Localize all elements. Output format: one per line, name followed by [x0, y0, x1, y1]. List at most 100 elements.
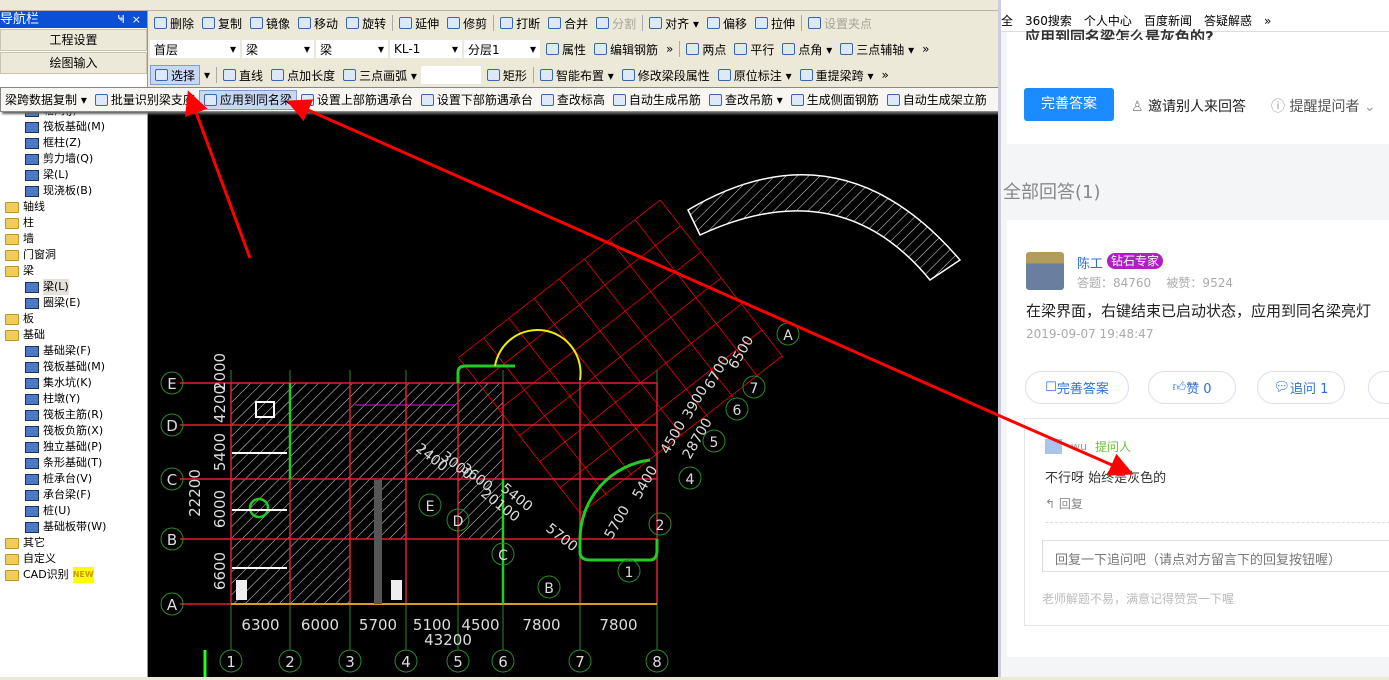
more-action-button[interactable] [1368, 371, 1389, 404]
toolbar-button[interactable]: 三点辅轴 ▾ [836, 39, 918, 59]
tree-item[interactable]: 梁(L) [0, 279, 146, 295]
toolbar-button[interactable]: 移动 [294, 13, 342, 33]
tree-item[interactable]: 承台梁(F) [0, 487, 146, 503]
tree-item[interactable]: 桩(U) [0, 503, 146, 519]
tree-item[interactable]: 墙 [0, 231, 146, 247]
tree-item[interactable]: 筏板负筋(X) [0, 423, 146, 439]
tree-item[interactable]: 桩承台(V) [0, 471, 146, 487]
tree-item[interactable]: 条形基础(T) [0, 455, 146, 471]
layer-dropdown[interactable]: 梁 ▾ [316, 40, 388, 58]
project-settings-button[interactable]: 工程设置 [0, 29, 147, 51]
tree-item[interactable]: 其它 [0, 535, 146, 551]
tree-item[interactable]: 板 [0, 311, 146, 327]
layer-dropdown[interactable]: 首层 ▾ [150, 40, 240, 58]
tree-item[interactable]: 独立基础(P) [0, 439, 146, 455]
toolbar-button[interactable]: 偏移 [703, 13, 751, 33]
drawing-input-button[interactable]: 绘图输入 [0, 52, 147, 74]
toolbar-button[interactable]: » [662, 39, 677, 59]
toolbar-button[interactable]: 查改吊筋 ▾ [705, 90, 787, 110]
toolbar-button[interactable]: 旋转 [342, 13, 390, 33]
toolbar-button[interactable]: 拉伸 [751, 13, 799, 33]
answer-author[interactable]: 陈工 [1077, 253, 1103, 272]
toolbar-button[interactable]: 修剪 [443, 13, 491, 33]
toolbar-button[interactable]: 延伸 [395, 13, 443, 33]
toolbar-button[interactable]: 删除 [150, 13, 198, 33]
tree-item[interactable]: 基础板带(W) [0, 519, 146, 535]
dropdown[interactable] [420, 66, 481, 84]
toolbar-button[interactable]: » [918, 39, 933, 59]
invite-answer-link[interactable]: ♙ 邀请别人来回答 [1131, 96, 1246, 116]
cad-drawing[interactable]: 1 2 3 4 5 6 7 8EDCBA6300 6000 5700 5100 4500 7800 780… [148, 111, 998, 677]
tree-item[interactable]: CAD识别 NEW [0, 567, 146, 583]
toolbar-button[interactable]: 设置上部筋遇承台 [297, 90, 417, 110]
follow-up-button[interactable]: 💬︎ 追问 1 [1257, 371, 1345, 404]
toolbar-button[interactable]: 自动生成吊筋 [609, 90, 705, 110]
improve-answer-button[interactable]: 完善答案 [1024, 88, 1114, 121]
toolbar-button[interactable]: 选择 [150, 65, 201, 85]
tree-item[interactable]: 柱墩(Y) [0, 391, 146, 407]
reply-link[interactable]: ↰ 回复 [1045, 495, 1083, 512]
tree-item[interactable]: 剪力墙(Q) [0, 151, 146, 167]
toolbar-button[interactable]: 点角 ▾ [778, 39, 836, 59]
toolbar-button[interactable]: 三点画弧 ▾ [339, 65, 421, 85]
toolbar-button[interactable]: » [877, 65, 892, 85]
toolbar-button[interactable]: 分割 [592, 13, 640, 33]
toolbar-button[interactable]: 梁跨数据复制 ▾ [1, 90, 91, 110]
toolbar-button[interactable]: 属性 [542, 39, 590, 59]
tree-item[interactable]: 筏板基础(M) [0, 119, 146, 135]
avatar[interactable] [1026, 252, 1064, 290]
toolbar-button[interactable]: 设置下部筋遇承台 [417, 90, 537, 110]
toolbar-button[interactable]: 镜像 [246, 13, 294, 33]
tree-item[interactable]: 轴线 [0, 199, 146, 215]
tree-item[interactable]: 圈梁(E) [0, 295, 146, 311]
improve-answer-pill[interactable]: ☐ 完善答案 [1025, 371, 1129, 404]
toolbar-button[interactable]: 生成侧面钢筋 [787, 90, 883, 110]
toolbar-button[interactable]: 查改标高 [537, 90, 609, 110]
separator [216, 67, 218, 83]
tree-item[interactable]: 现浇板(B) [0, 183, 146, 199]
tree-item[interactable]: 筏板主筋(R) [0, 407, 146, 423]
like-button[interactable]: 👍︎ 赞 0 [1148, 371, 1236, 404]
bookmark-link[interactable]: » [1264, 14, 1271, 28]
toolbar-button[interactable]: 打断 [496, 13, 544, 33]
toolbar-button[interactable]: 智能布置 ▾ [536, 65, 618, 85]
toolbar-button[interactable]: 合并 [544, 13, 592, 33]
layer-dropdown[interactable]: 梁 ▾ [242, 40, 314, 58]
toolbar-button[interactable]: 两点 [682, 39, 730, 59]
follow-up-reply-input[interactable]: 回复一下追问吧（请点对方留言下的回复按钮喔） [1042, 540, 1389, 572]
toolbar-button[interactable]: 原位标注 ▾ [714, 65, 796, 85]
toolbar-button[interactable]: 矩形 [483, 65, 531, 85]
tree-item[interactable]: 框柱(Z) [0, 135, 146, 151]
toolbar-button[interactable]: 设置夹点 [804, 13, 876, 33]
toolbar-button[interactable]: 修改梁段属性 [618, 65, 714, 85]
tree-item[interactable]: 基础 [0, 327, 146, 343]
tree-item[interactable]: 柱 [0, 215, 146, 231]
separator [493, 15, 495, 31]
tree-item[interactable]: 集水坑(K) [0, 375, 146, 391]
tree-item[interactable]: 基础梁(F) [0, 343, 146, 359]
toolbar-button[interactable]: 应用到同名梁 [198, 89, 297, 110]
toolbar-button[interactable]: 批量识别梁支座 [91, 90, 199, 110]
layer-dropdown[interactable]: 分层1 ▾ [464, 40, 540, 58]
toolbar-button[interactable]: ▾ [200, 65, 214, 85]
toolbar-button[interactable]: 平行 [730, 39, 778, 59]
bookmark-link[interactable]: 全 [1001, 12, 1013, 29]
tree-item[interactable]: 门窗洞 [0, 247, 146, 263]
tree-item[interactable]: 筏板基础(M) [0, 359, 146, 375]
toolbar-button[interactable]: 直线 [219, 65, 267, 85]
toolbar-button[interactable]: 编辑钢筋 [590, 39, 662, 59]
drawing-canvas[interactable]: 1 2 3 4 5 6 7 8 E D C B A 6300 6000 5700 5100 4500 7800 780… [148, 111, 998, 677]
tree-item[interactable]: 自定义 [0, 551, 146, 567]
remind-asker-link[interactable]: ⓘ 提醒提问者 ⌄ [1271, 96, 1376, 116]
close-icon[interactable]: × [132, 13, 141, 26]
toolbar-button[interactable]: 复制 [198, 13, 246, 33]
layer-dropdown[interactable]: KL-1 ▾ [390, 40, 462, 58]
tree-item[interactable]: 梁(L) [0, 167, 146, 183]
toolbar-button[interactable]: 自动生成架立筋 [883, 90, 991, 110]
pin-icon[interactable]: Ҹ [117, 13, 125, 26]
tree-item-label: 梁(L) [43, 279, 69, 295]
toolbar-button[interactable]: 对齐 ▾ [645, 13, 703, 33]
tree-item[interactable]: 梁 [0, 263, 146, 279]
toolbar-button[interactable]: 重提梁跨 ▾ [796, 65, 878, 85]
toolbar-button[interactable]: 点加长度 [267, 65, 339, 85]
